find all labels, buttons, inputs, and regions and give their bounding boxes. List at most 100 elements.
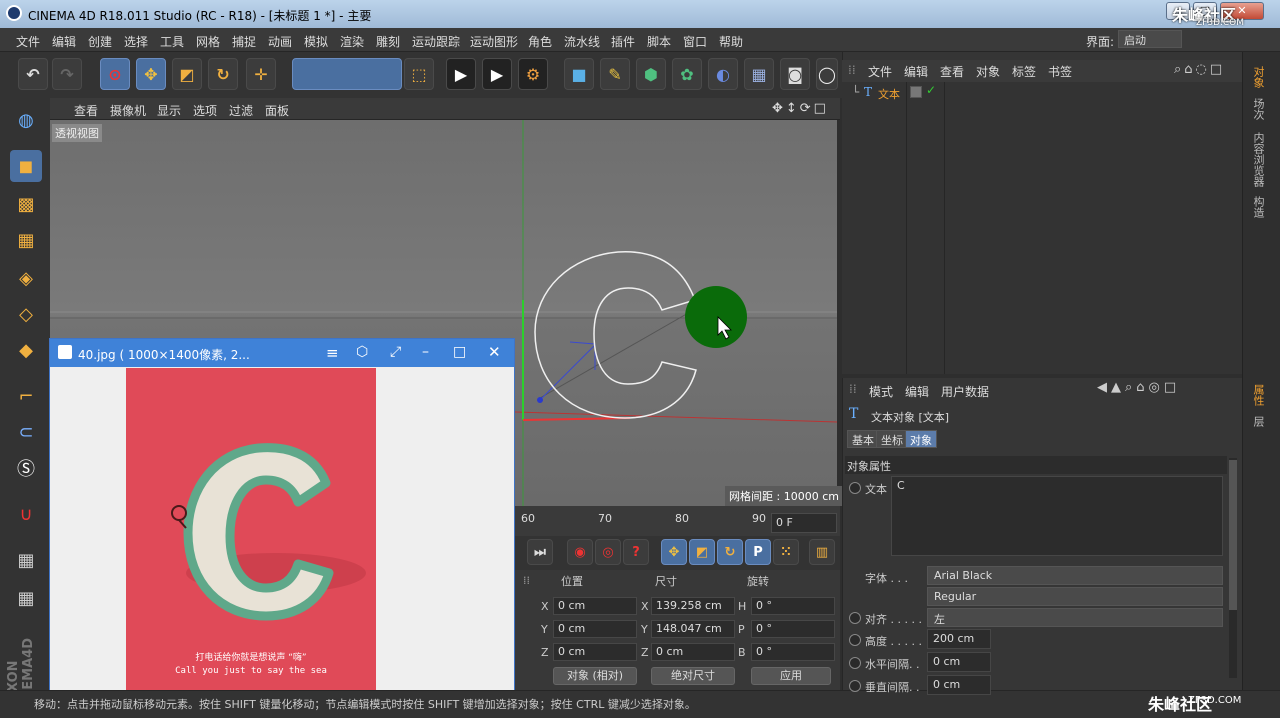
rot-h-field[interactable]: 0 ° [751,597,835,615]
texture-mode-icon[interactable]: ▩ [10,188,42,220]
size-mode-dropdown[interactable]: 绝对尺寸 [651,667,735,685]
end-frame-field[interactable]: 0 F [771,513,837,533]
key-rotation-icon[interactable]: ↻ [717,539,743,565]
key-position-icon[interactable]: ✥ [661,539,687,565]
image-viewer-window[interactable]: 40.jpg ( 1000×1400像素, 2... ≡ ⬡ ⤢ – □ ✕ 打… [49,338,515,692]
font-family-dropdown[interactable]: Arial Black [927,566,1223,585]
scale-icon[interactable]: ◩ [172,58,202,90]
om-menu-file[interactable]: 文件 [868,63,892,80]
menu-edit[interactable]: 编辑 [52,33,76,50]
rot-b-field[interactable]: 0 ° [751,643,835,661]
apply-button[interactable]: 应用 [751,667,831,685]
key-scale-icon[interactable]: ◩ [689,539,715,565]
solo-icon[interactable]: Ⓢ [10,452,42,484]
hspace-radio[interactable] [849,657,861,669]
tweak-mode-icon[interactable]: ⊂ [10,416,42,448]
keyframe-selection-icon[interactable]: ? [623,539,649,565]
menu-script[interactable]: 脚本 [647,33,671,50]
om-menu-edit[interactable]: 编辑 [904,63,928,80]
timeline-window-icon[interactable]: ▥ [809,539,835,565]
deformer-icon[interactable]: ◐ [708,58,738,90]
menu-render[interactable]: 渲染 [340,33,364,50]
coordinate-system-icon[interactable]: ⬚ [404,58,434,90]
undo-icon[interactable]: ↶ [18,58,48,90]
vspace-field[interactable]: 0 cm [927,675,991,695]
lock-workplane-icon[interactable]: ▦ [10,544,42,576]
menu-window[interactable]: 窗口 [683,33,707,50]
floor-icon[interactable]: ▦ [744,58,774,90]
hspace-field[interactable]: 0 cm [927,652,991,672]
menu-help[interactable]: 帮助 [719,33,743,50]
menu-plugins[interactable]: 插件 [611,33,635,50]
tab-object[interactable]: 对象 [905,430,937,448]
pos-x-field[interactable]: 0 cm [553,597,637,615]
menu-tools[interactable]: 工具 [160,33,184,50]
align-dropdown[interactable]: 左 [927,608,1223,627]
workplane-icon[interactable]: ▦ [10,224,42,256]
close-icon[interactable]: ✕ [488,343,501,361]
render-view-icon[interactable]: ▶ [446,58,476,90]
redo-icon[interactable]: ↷ [52,58,82,90]
attr-scrollbar[interactable] [1229,458,1237,678]
tab-structure[interactable]: 构造 [1250,196,1266,218]
planar-workplane-icon[interactable]: ▦ [10,582,42,614]
tab-objects[interactable]: 对象 [1250,66,1266,88]
pen-spline-icon[interactable]: ✎ [600,58,630,90]
viewport-menu-camera[interactable]: 摄像机 [110,102,146,119]
menu-create[interactable]: 创建 [88,33,112,50]
om-menu-tags[interactable]: 标签 [1012,63,1036,80]
viewport-menu-display[interactable]: 显示 [157,102,181,119]
pos-z-field[interactable]: 0 cm [553,643,637,661]
tab-content-browser[interactable]: 内容浏览器 [1250,132,1266,187]
goto-end-icon[interactable]: ⏭ [527,539,553,565]
subdivision-icon[interactable]: ⬢ [636,58,666,90]
menu-simulate[interactable]: 模拟 [304,33,328,50]
key-pla-icon[interactable]: ⁙ [773,539,799,565]
am-nav-icons[interactable]: ◀▲⌕⌂◎□ [1097,380,1180,395]
am-menu-userdata[interactable]: 用户数据 [941,383,989,400]
om-menu-view[interactable]: 查看 [940,63,964,80]
axis-mode-icon[interactable]: ⌐ [10,380,42,412]
height-field[interactable]: 200 cm [927,629,991,649]
fullscreen-icon[interactable]: ⤢ [390,344,401,360]
am-menu-mode[interactable]: 模式 [869,383,893,400]
font-style-dropdown[interactable]: Regular [927,587,1223,606]
visibility-check-icon[interactable]: ✓ [926,83,936,97]
model-mode-icon[interactable]: ◼ [10,150,42,182]
light-icon[interactable]: ◯ [816,58,838,90]
points-mode-icon[interactable]: ◈ [10,262,42,294]
menu-select[interactable]: 选择 [124,33,148,50]
menu-icon[interactable]: ≡ [326,344,339,362]
render-region-icon[interactable]: ▶ [482,58,512,90]
layout-select[interactable]: 启动 [1118,30,1182,48]
menu-pipeline[interactable]: 流水线 [564,33,600,50]
tab-attributes[interactable]: 属性 [1250,384,1266,406]
menu-motion-tracking[interactable]: 运动跟踪 [412,33,460,50]
make-editable-icon[interactable]: ◍ [10,104,42,136]
tab-coord[interactable]: 坐标 [876,430,908,448]
key-parameter-icon[interactable]: P [745,539,771,565]
camera-icon[interactable]: ◙ [780,58,810,90]
snap-icon[interactable]: ∪ [10,498,42,530]
cube-icon[interactable]: ■ [564,58,594,90]
pos-y-field[interactable]: 0 cm [553,620,637,638]
menu-file[interactable]: 文件 [16,33,40,50]
viewport-menu-panel[interactable]: 面板 [265,102,289,119]
om-menu-objects[interactable]: 对象 [976,63,1000,80]
polygons-mode-icon[interactable]: ◆ [10,334,42,366]
tab-layers[interactable]: 层 [1250,416,1266,427]
om-menu-bookmarks[interactable]: 书签 [1048,63,1072,80]
viewport-menu-options[interactable]: 选项 [193,102,217,119]
size-x-field[interactable]: 139.258 cm [651,597,735,615]
rotate-icon[interactable]: ↻ [208,58,238,90]
live-select-icon[interactable]: ⊙ [100,58,130,90]
menu-animate[interactable]: 动画 [268,33,292,50]
om-nav-icons[interactable]: ⌕⌂◌□ [1174,62,1225,77]
align-radio[interactable] [849,612,861,624]
text-radio[interactable] [849,482,861,494]
vspace-radio[interactable] [849,680,861,692]
tab-takes[interactable]: 场次 [1250,98,1266,120]
move-icon[interactable]: ✥ [136,58,166,90]
rot-p-field[interactable]: 0 ° [751,620,835,638]
height-radio[interactable] [849,634,861,646]
